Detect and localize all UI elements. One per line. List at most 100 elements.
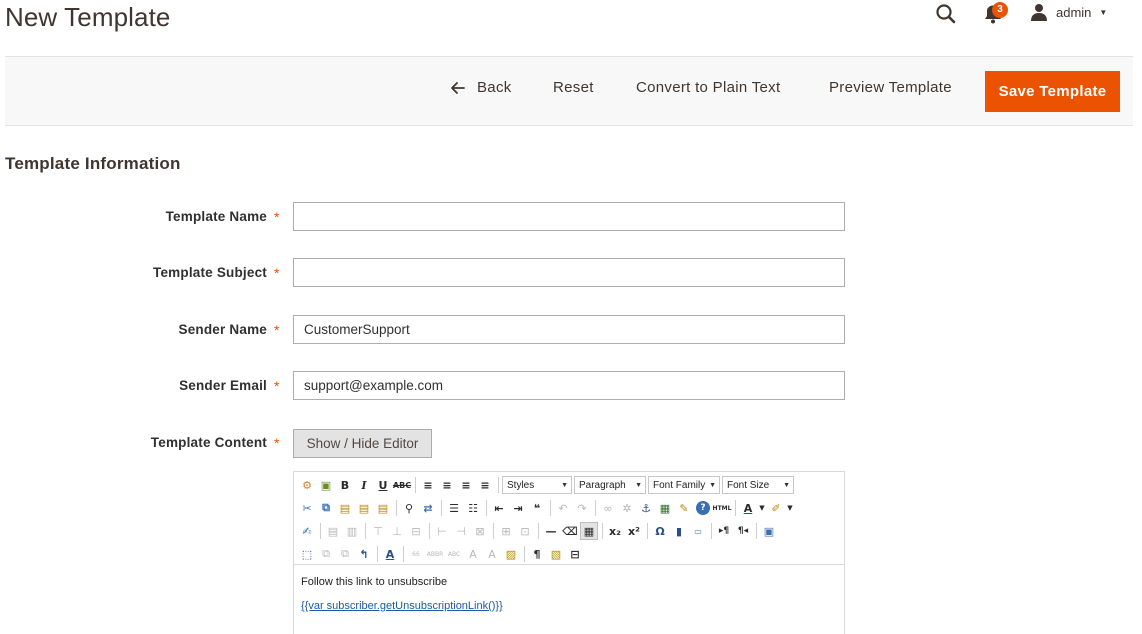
delete-col-icon[interactable]: ⊠ bbox=[471, 522, 489, 540]
special-char-icon[interactable]: Ω bbox=[651, 522, 669, 540]
insert-image-icon[interactable]: ▣ bbox=[317, 476, 335, 494]
ins-icon[interactable]: A bbox=[483, 545, 501, 563]
insert-widget-icon[interactable]: ⚙ bbox=[298, 476, 316, 494]
underline-icon[interactable]: U bbox=[374, 476, 392, 494]
media-icon[interactable]: ▮ bbox=[670, 522, 688, 540]
remove-format-icon[interactable]: ⌫ bbox=[561, 522, 579, 540]
insert-layer-icon[interactable]: ⬚ bbox=[298, 545, 316, 563]
paste-icon[interactable]: ▤ bbox=[336, 499, 354, 517]
cite-icon[interactable]: 66 bbox=[407, 545, 425, 563]
bold-icon[interactable]: B bbox=[336, 476, 354, 494]
insert-col-after-icon[interactable]: ⊣ bbox=[452, 522, 470, 540]
chevron-down-icon[interactable]: ▼ bbox=[758, 499, 766, 517]
anchor-icon[interactable]: ⚓ bbox=[637, 499, 655, 517]
insert-row-before-icon[interactable]: ⊤ bbox=[369, 522, 387, 540]
notifications-button[interactable]: 3 bbox=[982, 2, 1008, 28]
ltr-icon[interactable]: ▸¶ bbox=[715, 522, 733, 540]
table-cell-props-icon[interactable]: ▥ bbox=[343, 522, 361, 540]
paste-word-icon[interactable]: ▤ bbox=[374, 499, 392, 517]
template-subject-input[interactable] bbox=[293, 258, 845, 287]
toolbar-separator bbox=[486, 500, 487, 516]
editor-body-text[interactable]: Follow this link to unsubscribe bbox=[301, 576, 447, 588]
paste-text-icon[interactable]: ▤ bbox=[355, 499, 373, 517]
help-icon[interactable]: ? bbox=[696, 501, 710, 515]
required-marker: * bbox=[274, 322, 280, 338]
image-icon[interactable]: ▦ bbox=[656, 499, 674, 517]
align-justify-icon[interactable]: ≡ bbox=[476, 476, 494, 494]
styles-select-value: Styles bbox=[507, 479, 535, 491]
insert-date-icon[interactable]: ▭ bbox=[689, 522, 707, 540]
find-icon[interactable]: ⚲ bbox=[400, 499, 418, 517]
blockquote-icon[interactable]: ❝ bbox=[528, 499, 546, 517]
toolbar-separator bbox=[735, 500, 736, 516]
delete-row-icon[interactable]: ⊟ bbox=[407, 522, 425, 540]
move-backward-icon[interactable]: ⧉ bbox=[336, 545, 354, 563]
indent-icon[interactable]: ⇥ bbox=[509, 499, 527, 517]
redo-icon[interactable]: ↷ bbox=[573, 499, 591, 517]
preview-template-button[interactable]: Preview Template bbox=[829, 79, 952, 96]
edit-css-style-icon[interactable]: ✍ bbox=[298, 522, 316, 540]
show-invisible-icon[interactable]: ¶ bbox=[528, 545, 546, 563]
strikethrough-icon[interactable]: ABC bbox=[393, 476, 411, 494]
back-button[interactable]: Back bbox=[451, 79, 512, 96]
font-size-select[interactable]: Font Size ▼ bbox=[722, 476, 794, 494]
del-icon[interactable]: A bbox=[464, 545, 482, 563]
cut-icon[interactable]: ✂ bbox=[298, 499, 316, 517]
reset-button[interactable]: Reset bbox=[553, 79, 594, 96]
horizontal-rule-icon[interactable]: — bbox=[542, 522, 560, 540]
unlink-icon[interactable]: ✲ bbox=[618, 499, 636, 517]
italic-icon[interactable]: I bbox=[355, 476, 373, 494]
template-name-input[interactable] bbox=[293, 202, 845, 231]
font-family-select[interactable]: Font Family ▼ bbox=[648, 476, 720, 494]
copy-icon[interactable]: ⧉ bbox=[317, 499, 335, 517]
split-cells-icon[interactable]: ⊞ bbox=[497, 522, 515, 540]
bullet-list-icon[interactable]: ☰ bbox=[445, 499, 463, 517]
cleanup-icon[interactable]: ✎ bbox=[675, 499, 693, 517]
text-color-icon[interactable]: A bbox=[739, 499, 757, 517]
merge-cells-icon[interactable]: ⊡ bbox=[516, 522, 534, 540]
numbered-list-icon[interactable]: ☷ bbox=[464, 499, 482, 517]
fullscreen-icon[interactable]: ▣ bbox=[760, 522, 778, 540]
sender-name-input[interactable] bbox=[293, 315, 845, 344]
align-right-icon[interactable]: ≡ bbox=[457, 476, 475, 494]
page-break-icon[interactable]: ⊟ bbox=[566, 545, 584, 563]
template-icon[interactable]: ▧ bbox=[547, 545, 565, 563]
convert-to-plain-text-button[interactable]: Convert to Plain Text bbox=[636, 79, 780, 96]
unsubscribe-link[interactable]: {{var subscriber.getUnsubscriptionLink()… bbox=[301, 600, 503, 612]
format-select[interactable]: Paragraph ▼ bbox=[574, 476, 646, 494]
editor-toolbar-row: ⬚ ⧉ ⧉ ↰ A 66 ABBR ABC A A ▨ ¶ ▧ ⊟ bbox=[298, 544, 585, 564]
admin-user-menu[interactable]: admin ▼ bbox=[1030, 3, 1107, 21]
save-template-button[interactable]: Save Template bbox=[985, 71, 1120, 112]
styleprops-icon[interactable]: A bbox=[381, 545, 399, 563]
rtl-icon[interactable]: ¶◂ bbox=[734, 522, 752, 540]
align-left-icon[interactable]: ≡ bbox=[419, 476, 437, 494]
sender-email-input[interactable] bbox=[293, 371, 845, 400]
absolute-position-icon[interactable]: ↰ bbox=[355, 545, 373, 563]
required-marker: * bbox=[274, 435, 280, 451]
show-hide-editor-button[interactable]: Show / Hide Editor bbox=[293, 429, 432, 458]
editor-toolbar: ⚙ ▣ B I U ABC ≡ ≡ ≡ ≡ Styles ▼ Paragraph ▼… bbox=[294, 472, 844, 565]
styles-select[interactable]: Styles ▼ bbox=[502, 476, 572, 494]
toolbar-separator bbox=[602, 523, 603, 539]
background-color-icon[interactable]: ✐ bbox=[767, 499, 785, 517]
chevron-down-icon: ▼ bbox=[783, 481, 790, 489]
html-source-icon[interactable]: HTML bbox=[713, 499, 732, 517]
insert-col-before-icon[interactable]: ⊢ bbox=[433, 522, 451, 540]
abbr-icon[interactable]: ABBR bbox=[426, 545, 444, 563]
chevron-down-icon[interactable]: ▼ bbox=[786, 499, 794, 517]
acronym-icon[interactable]: ABC bbox=[445, 545, 463, 563]
subscript-icon[interactable]: x₂ bbox=[606, 522, 624, 540]
link-icon[interactable]: ∞ bbox=[599, 499, 617, 517]
toolbar-separator bbox=[429, 523, 430, 539]
replace-icon[interactable]: ⇄ bbox=[419, 499, 437, 517]
visual-aid-icon[interactable]: ▦ bbox=[580, 522, 598, 540]
search-icon[interactable] bbox=[934, 2, 958, 26]
superscript-icon[interactable]: x² bbox=[625, 522, 643, 540]
outdent-icon[interactable]: ⇤ bbox=[490, 499, 508, 517]
undo-icon[interactable]: ↶ bbox=[554, 499, 572, 517]
insert-row-after-icon[interactable]: ⊥ bbox=[388, 522, 406, 540]
align-center-icon[interactable]: ≡ bbox=[438, 476, 456, 494]
table-row-props-icon[interactable]: ▤ bbox=[324, 522, 342, 540]
move-forward-icon[interactable]: ⧉ bbox=[317, 545, 335, 563]
attributes-icon[interactable]: ▨ bbox=[502, 545, 520, 563]
